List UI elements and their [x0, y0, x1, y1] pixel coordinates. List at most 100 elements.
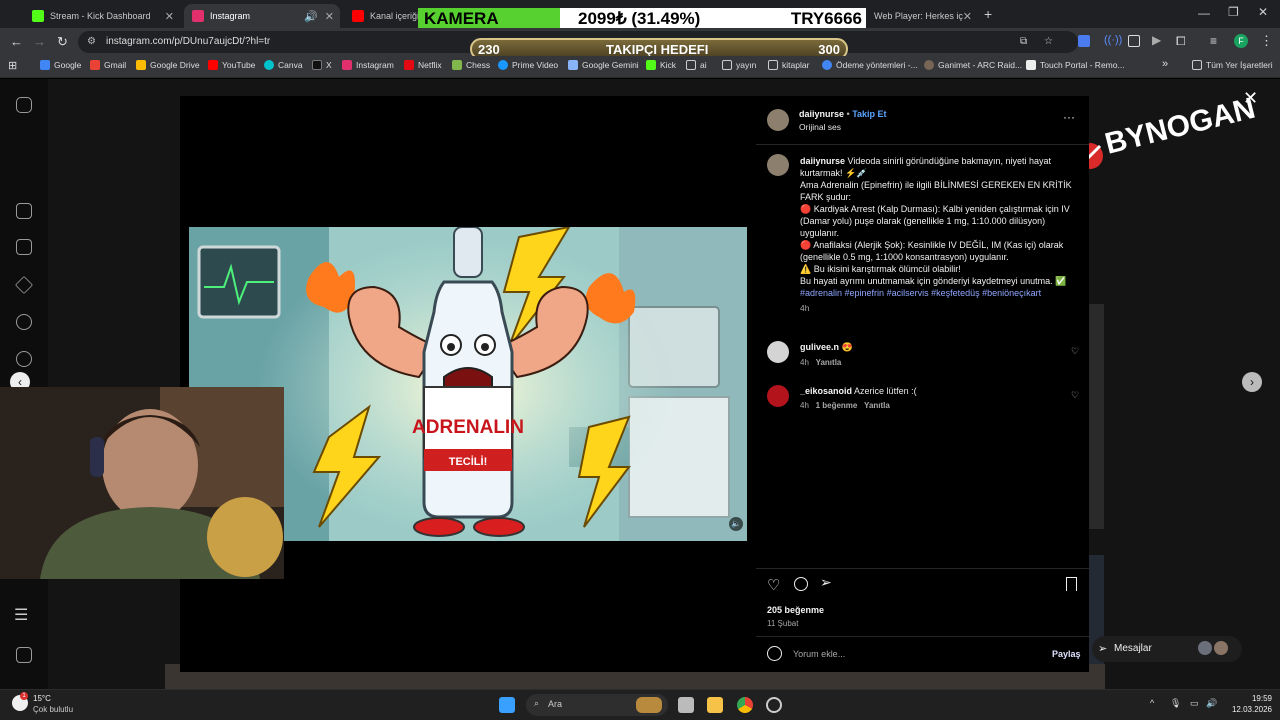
site-info-icon[interactable]: ⚙: [87, 31, 96, 53]
close-icon[interactable]: ✕: [325, 10, 334, 23]
save-bookmark-icon[interactable]: [1066, 577, 1077, 591]
profile-avatar[interactable]: F: [1234, 34, 1248, 48]
audio-label[interactable]: Orijinal ses: [799, 122, 841, 132]
bookmark-gmail[interactable]: Gmail: [90, 60, 126, 70]
bookmark-google[interactable]: Google: [40, 60, 81, 70]
windows-taskbar: 1 15°C Çok bulutlu ⌕ Ara ^ 🎙 ▭ 🔊 19:59 1…: [0, 689, 1280, 720]
bookmark-canva[interactable]: Canva: [264, 60, 303, 70]
bookmark-folder-kitaplar[interactable]: kitaplar: [768, 60, 809, 70]
search-icon[interactable]: [16, 314, 32, 330]
close-icon[interactable]: ✕: [165, 10, 174, 23]
author-username[interactable]: daiiynurse: [799, 109, 844, 119]
comment-input[interactable]: Yorum ekle...: [793, 649, 1043, 659]
comment-avatar[interactable]: [767, 385, 789, 407]
next-post-button[interactable]: ›: [1242, 372, 1262, 392]
windows-start-icon[interactable]: [499, 697, 515, 713]
bookmark-chess[interactable]: Chess: [452, 60, 490, 70]
menu-kebab-icon[interactable]: ⋮: [1260, 33, 1273, 49]
comment-like-count[interactable]: 1 beğenme: [816, 401, 858, 410]
comment-icon[interactable]: [794, 577, 808, 591]
instagram-logo-icon[interactable]: [16, 97, 32, 113]
more-bookmarks-icon[interactable]: »: [1162, 58, 1168, 70]
bookmark-star-icon[interactable]: ☆: [1044, 31, 1053, 53]
author-avatar[interactable]: [767, 109, 789, 131]
cast-icon[interactable]: ⧉: [1020, 31, 1027, 53]
follow-button[interactable]: Takip Et: [852, 109, 886, 119]
bookmark-folder-yayin[interactable]: yayın: [722, 60, 756, 70]
mute-toggle-icon[interactable]: 🔈: [729, 517, 743, 531]
reply-button[interactable]: Yanıtla: [816, 358, 842, 367]
emoji-icon[interactable]: [767, 646, 782, 661]
taskbar-search[interactable]: ⌕ Ara: [526, 694, 668, 716]
back-button[interactable]: ←: [10, 34, 23, 49]
comment-username[interactable]: gulivee.n: [800, 342, 839, 352]
comment-like-heart-icon[interactable]: ♡: [1071, 390, 1079, 401]
more-menu-icon[interactable]: ☰: [14, 605, 28, 625]
clock-time[interactable]: 19:59: [1234, 694, 1272, 703]
caption-author[interactable]: daiiynurse: [800, 156, 845, 166]
forward-button[interactable]: →: [33, 34, 46, 49]
translate-icon[interactable]: [1078, 35, 1090, 47]
explore-icon[interactable]: [16, 351, 32, 367]
comment-username[interactable]: _eikosanoid: [800, 386, 852, 396]
speaker-icon[interactable]: 🔊: [304, 10, 318, 23]
extensions-puzzle-icon[interactable]: ⧠: [1176, 34, 1186, 49]
more-options-icon[interactable]: ···: [1063, 110, 1075, 124]
tab-kick-dashboard[interactable]: Stream - Kick Dashboard ✕: [24, 4, 180, 28]
file-explorer-icon[interactable]: [707, 697, 723, 713]
bookmark-youtube[interactable]: YouTube: [208, 60, 255, 70]
chrome-icon[interactable]: [737, 697, 753, 713]
caption-avatar[interactable]: [767, 154, 789, 176]
reels-icon[interactable]: [16, 239, 32, 255]
also-from-meta-icon[interactable]: [16, 647, 32, 663]
bookmark-odeme[interactable]: Ödeme yöntemleri -...: [822, 60, 918, 70]
minimize-button[interactable]: —: [1198, 6, 1210, 20]
clock-date[interactable]: 12.03.2026: [1222, 705, 1272, 714]
tab-instagram[interactable]: Instagram 🔊 ✕: [184, 4, 340, 28]
volume-icon[interactable]: 🔊: [1206, 698, 1217, 709]
restore-button[interactable]: ❐: [1228, 5, 1239, 19]
comment-item: gulivee.n 😍 4h Yanıtla: [800, 342, 1070, 367]
bookmark-gemini[interactable]: Google Gemini: [568, 60, 639, 70]
tray-overflow-icon[interactable]: ^: [1150, 698, 1154, 708]
bookmark-instagram[interactable]: Instagram: [342, 60, 394, 70]
new-tab-button[interactable]: +: [984, 6, 992, 22]
like-heart-icon[interactable]: ♡: [767, 576, 780, 594]
weather-temp[interactable]: 15°C: [33, 694, 51, 703]
bookmark-x[interactable]: X: [312, 60, 332, 70]
microphone-icon[interactable]: 🎙: [1170, 698, 1181, 709]
comment-like-heart-icon[interactable]: ♡: [1071, 346, 1079, 357]
bookmark-netflix[interactable]: Netflix: [404, 60, 442, 70]
apps-grid-icon[interactable]: ⊞: [8, 59, 17, 72]
extension-square-icon[interactable]: [1128, 35, 1140, 47]
share-send-icon[interactable]: ➢: [820, 574, 832, 591]
reading-list-icon[interactable]: ≡: [1210, 34, 1217, 48]
weather-desc[interactable]: Çok bulutlu: [33, 705, 73, 714]
like-count[interactable]: 205 beğenme: [767, 605, 824, 615]
window-close-button[interactable]: ✕: [1258, 5, 1268, 19]
tab-web-player[interactable]: Web Player: Herkes iç ✕: [866, 4, 978, 28]
bookmark-ganimet[interactable]: Ganimet - ARC Raid...: [924, 60, 1022, 70]
post-comment-button[interactable]: Paylaş: [1052, 649, 1081, 659]
bookmark-drive[interactable]: Google Drive: [136, 60, 200, 70]
caption-hashtags[interactable]: #adrenalin #epinefrin #acilservis #keşfe…: [800, 287, 1072, 299]
bookmark-prime[interactable]: Prime Video: [498, 60, 558, 70]
send-icon[interactable]: [14, 275, 34, 295]
home-icon[interactable]: [16, 203, 32, 219]
bookmark-touch-portal[interactable]: Touch Portal - Remo...: [1026, 60, 1125, 70]
bookmarks-bar: ⊞ Google Gmail Google Drive YouTube Canv…: [0, 56, 1280, 78]
messages-button[interactable]: ➢ Mesajlar: [1092, 636, 1242, 662]
reload-button[interactable]: ↻: [57, 34, 68, 50]
reply-button[interactable]: Yanıtla: [864, 401, 890, 410]
comment-avatar[interactable]: [767, 341, 789, 363]
play-extension-icon[interactable]: ▶: [1152, 33, 1161, 47]
network-icon[interactable]: ▭: [1190, 698, 1199, 709]
all-bookmarks-folder[interactable]: Tüm Yer İşaretleri: [1192, 60, 1273, 70]
task-view-icon[interactable]: [678, 697, 694, 713]
obs-icon[interactable]: [766, 697, 782, 713]
bookmark-kick[interactable]: Kick: [646, 60, 676, 70]
tab-youtube-channel[interactable]: Kanal içeriği - Y: [344, 4, 420, 28]
bookmark-folder-ai[interactable]: ai: [686, 60, 707, 70]
close-icon[interactable]: ✕: [963, 10, 972, 23]
extension-wave-icon[interactable]: ((·)): [1104, 34, 1122, 46]
